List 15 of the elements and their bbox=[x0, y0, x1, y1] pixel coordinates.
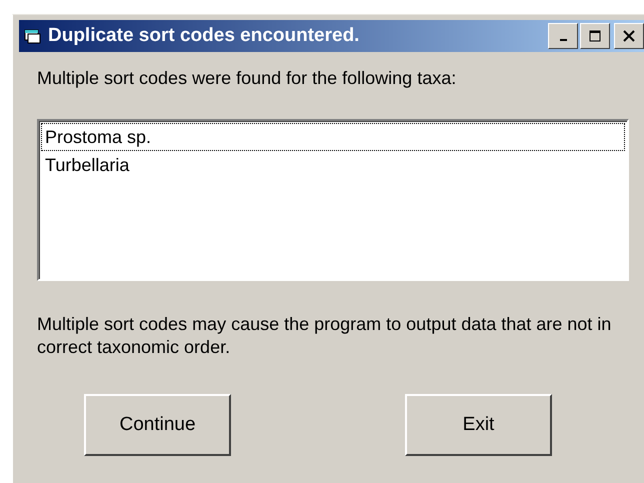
maximize-icon bbox=[589, 30, 601, 42]
window-app-icon bbox=[24, 28, 42, 44]
intro-text: Multiple sort codes were found for the following taxa: bbox=[37, 68, 458, 89]
window-title: Duplicate sort codes encountered. bbox=[48, 25, 360, 47]
note-text: Multiple sort codes may cause the program to output data that are not in correct taxonomic order. bbox=[37, 313, 612, 359]
minimize-button[interactable] bbox=[548, 23, 578, 49]
list-item[interactable]: Turbellaria bbox=[41, 151, 625, 179]
dialog-button[interactable]: Continue bbox=[84, 394, 231, 456]
minimize-icon bbox=[560, 39, 566, 41]
dialog-button[interactable]: Exit bbox=[405, 394, 552, 456]
taxa-list[interactable]: Prostoma sp. Turbellaria bbox=[37, 119, 629, 281]
list-item[interactable]: Prostoma sp. bbox=[41, 123, 625, 151]
maximize-button[interactable] bbox=[580, 23, 610, 49]
close-button[interactable] bbox=[614, 23, 644, 49]
close-icon bbox=[623, 30, 635, 42]
